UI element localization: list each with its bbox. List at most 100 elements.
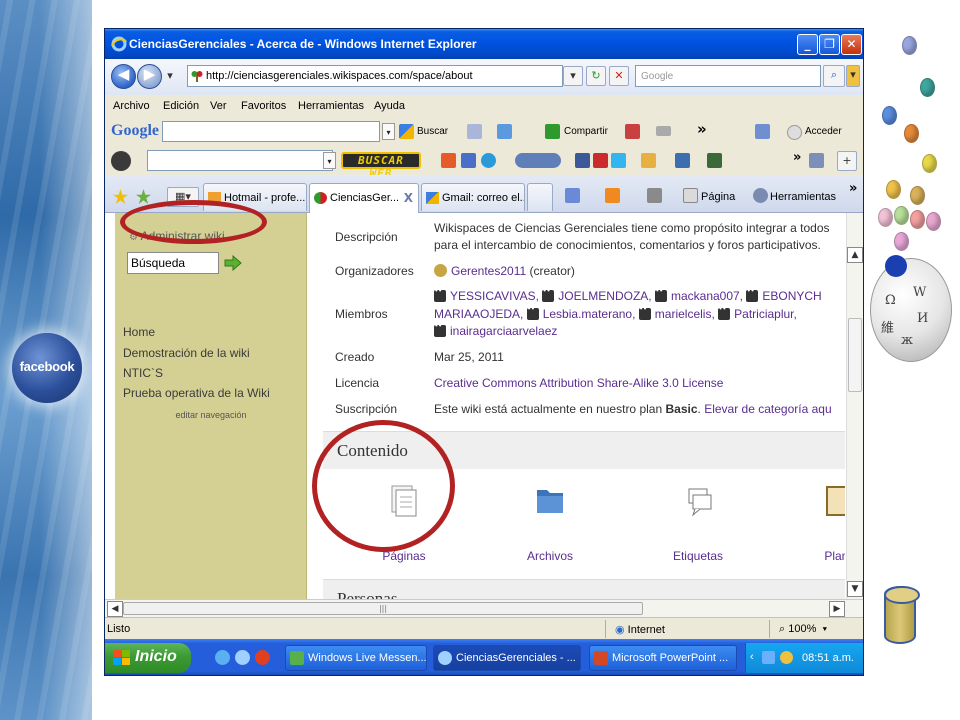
files-link[interactable]: Archivos [505,549,595,563]
wiki-search-input[interactable]: Búsqueda [127,252,219,274]
media-controls-icon[interactable] [515,153,561,168]
horizontal-scroll-thumb[interactable]: ||| [123,602,643,615]
vertical-scroll-thumb[interactable] [848,318,862,392]
wrench-icon[interactable] [755,124,770,139]
print-icon[interactable] [647,188,662,203]
tab-cienciasgerenciales[interactable]: CienciasGer... X [309,183,419,213]
facebook-icon[interactable] [575,153,590,168]
messenger-tray-icon[interactable] [780,651,793,664]
back-button[interactable]: ◀ [111,64,136,89]
menu-ayuda[interactable]: Ayuda [374,100,405,112]
menu-favoritos[interactable]: Favoritos [241,100,286,112]
scroll-up-button[interactable]: ▲ [847,247,863,263]
buscar-input[interactable] [147,150,333,171]
license-link[interactable]: Creative Commons Attribution Share-Alike… [434,376,723,390]
google-search-input[interactable] [162,121,380,142]
tab-close-button[interactable]: X [404,191,413,205]
quick-tabs-button[interactable]: ▦▾ [167,187,199,207]
forward-button[interactable]: ▶ [137,64,162,89]
admin-wiki-link[interactable]: ⚙ Administrar wiki [129,229,225,243]
network-tray-icon[interactable] [762,651,775,664]
tags-icon[interactable] [653,483,743,517]
scroll-down-button[interactable]: ▼ [847,581,863,597]
pages-icon[interactable] [359,483,449,517]
autofill-icon[interactable] [656,126,671,136]
tools-menu-button[interactable]: Herramientas [770,191,836,203]
member-link[interactable]: YESSICAVIVAS, [450,289,539,303]
scroll-left-button[interactable]: ◀ [107,601,123,617]
search-input[interactable]: Google [635,65,821,87]
search-icon[interactable]: ⌕ [823,65,845,87]
member-link[interactable]: mackana007, [671,289,743,303]
minimize-button[interactable]: _ [797,34,818,55]
add-button[interactable]: + [837,151,857,171]
organizer-link[interactable]: Gerentes2011 [451,264,526,278]
buscar-input-dropdown[interactable]: ▾ [323,152,336,169]
templates-link[interactable]: Plant [793,549,845,563]
taskbar-cienciasgerenciales[interactable]: CienciasGerenciales - ... [433,645,581,671]
member-link[interactable]: marielcelis, [655,307,715,321]
scroll-right-button[interactable]: ▶ [829,601,845,617]
nav-demostracion[interactable]: Demostración de la wiki [123,346,250,360]
acceder-button[interactable]: Acceder [805,126,842,137]
member-link[interactable]: Lesbia.materano, [543,307,636,321]
plus-icon[interactable] [441,153,456,168]
search-go-arrow-icon[interactable] [224,255,242,271]
templates-icon[interactable] [793,483,845,517]
google-more-button[interactable]: » [697,120,707,138]
member-link[interactable]: EBONYCH [762,289,821,303]
buscar-button[interactable]: Buscar [417,126,448,137]
search-options-dropdown[interactable]: ▾ [846,65,860,87]
settings-wrench-icon[interactable] [809,153,824,168]
quicklaunch-ie-icon[interactable] [215,650,230,665]
horizontal-scrollbar[interactable]: ◀ ||| ▶ [105,599,863,617]
pages-link[interactable]: Páginas [359,549,449,563]
buscar-more-button[interactable]: » [793,150,801,165]
compartir-button[interactable]: Compartir [564,126,608,137]
upgrade-link[interactable]: Elevar de categoría aqu [704,402,831,416]
quicklaunch-browser-icon[interactable] [255,650,270,665]
vertical-scrollbar[interactable]: ▲ ▼ [846,213,863,599]
popup-blocker-icon[interactable] [625,124,640,139]
twitter-icon[interactable] [611,153,626,168]
home-icon[interactable] [565,188,580,203]
add-favorite-icon[interactable] [136,189,151,204]
quicklaunch-ie2-icon[interactable] [235,650,250,665]
refresh-icon[interactable]: ↻ [586,66,606,86]
tab-hotmail[interactable]: Hotmail - profe... [203,183,307,211]
stop-icon[interactable]: ✕ [609,66,629,86]
history-dropdown[interactable]: ▾ [163,67,177,87]
page-menu-button[interactable]: Página [701,191,735,203]
share-icon[interactable] [545,124,560,139]
new-tab-button[interactable] [527,183,553,211]
tray-collapse-icon[interactable]: ‹ [750,651,754,663]
commandbar-more-button[interactable]: » [849,181,857,196]
messenger-icon[interactable] [461,153,476,168]
start-button[interactable]: Inicio [105,643,191,673]
nav-ntics[interactable]: NTIC`S [123,366,163,380]
member-link[interactable]: JOELMENDOZA, [558,289,651,303]
favorites-star-icon[interactable] [113,189,128,204]
menu-herramientas[interactable]: Herramientas [298,100,364,112]
bookmark-plus-icon[interactable] [497,124,512,139]
google-search-icon[interactable] [399,124,414,139]
taskbar-powerpoint[interactable]: Microsoft PowerPoint ... [589,645,737,671]
files-folder-icon[interactable] [505,483,595,517]
tags-link[interactable]: Etiquetas [653,549,743,563]
google-input-dropdown[interactable]: ▾ [382,123,395,140]
menu-archivo[interactable]: Archivo [113,100,150,112]
url-dropdown[interactable]: ▾ [563,66,583,86]
url-input[interactable]: http://cienciasgerenciales.wikispaces.co… [187,65,563,87]
zoom-level[interactable]: ⌕ 100% ▾ [779,623,827,636]
edit-navigation-link[interactable]: editar navegación [115,410,307,420]
member-link[interactable]: MARIAAOJEDA, [434,307,523,321]
close-button[interactable]: ✕ [841,34,862,55]
feeds-icon[interactable] [605,188,620,203]
monitor-icon[interactable] [675,153,690,168]
weather-widget-icon[interactable] [641,153,656,168]
menu-edicion[interactable]: Edición [163,100,199,112]
taskbar-messenger[interactable]: Windows Live Messen... [285,645,427,671]
nav-prueba-operativa[interactable]: Prueba operativa de la Wiki [123,386,270,400]
game-icon[interactable] [707,153,722,168]
weather-icon[interactable] [481,153,496,168]
